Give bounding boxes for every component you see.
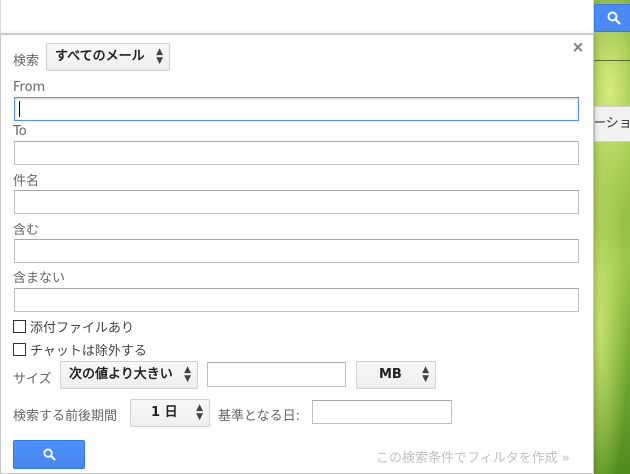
select-arrows-icon: ▲ ▼ (184, 365, 191, 384)
scope-select[interactable]: すべてのメール ▲ ▼ (46, 43, 170, 71)
to-label: To (13, 124, 27, 139)
side-tab[interactable]: ーション (594, 106, 630, 142)
from-field[interactable] (14, 97, 579, 121)
size-operator-select[interactable]: 次の値より大きい ▲ ▼ (60, 361, 198, 389)
scope-label: 検索 (13, 54, 40, 69)
date-within-label: 検索する前後期間 (13, 409, 118, 424)
text-caret (19, 101, 20, 117)
exclude-chats-label: チャットは除外する (30, 344, 147, 359)
size-label: サイズ (13, 372, 52, 387)
exclude-chats-option[interactable]: チャットは除外する (13, 340, 147, 359)
search-icon (607, 11, 621, 25)
size-value-field[interactable] (207, 362, 346, 387)
scope-select-value: すべてのメール (55, 49, 145, 64)
date-within-value: 1 日 (151, 405, 178, 420)
size-unit-select[interactable]: MB ▲ ▼ (356, 361, 436, 389)
search-icon (42, 448, 56, 461)
close-button[interactable]: × (571, 40, 585, 55)
select-arrows-icon: ▲ ▼ (422, 365, 429, 384)
subject-field[interactable] (14, 190, 579, 214)
doesnt-have-field[interactable] (14, 288, 579, 312)
has-attachment-label: 添付ファイルあり (30, 321, 135, 336)
date-base-field[interactable] (312, 400, 452, 424)
date-base-label: 基準となる日: (218, 409, 300, 424)
from-label: From (13, 80, 46, 95)
search-submit-button[interactable] (594, 4, 630, 32)
to-field[interactable] (14, 141, 579, 165)
select-arrows-icon: ▲ ▼ (156, 47, 163, 66)
size-operator-value: 次の値より大きい (69, 367, 173, 382)
date-within-select[interactable]: 1 日 ▲ ▼ (130, 399, 210, 427)
search-button[interactable] (13, 440, 85, 469)
search-bar[interactable] (0, 0, 594, 34)
subject-label: 件名 (13, 174, 40, 189)
size-unit-value: MB (379, 367, 402, 382)
doesnt-have-label: 含まない (13, 271, 66, 286)
has-words-field[interactable] (14, 239, 579, 263)
divider (594, 60, 630, 61)
has-attachment-checkbox[interactable] (13, 320, 26, 333)
has-words-label: 含む (13, 223, 40, 238)
create-filter-link[interactable]: この検索条件でフィルタを作成 » (376, 447, 570, 466)
exclude-chats-checkbox[interactable] (13, 343, 26, 356)
select-arrows-icon: ▲ ▼ (196, 403, 203, 422)
has-attachment-option[interactable]: 添付ファイルあり (13, 317, 134, 336)
